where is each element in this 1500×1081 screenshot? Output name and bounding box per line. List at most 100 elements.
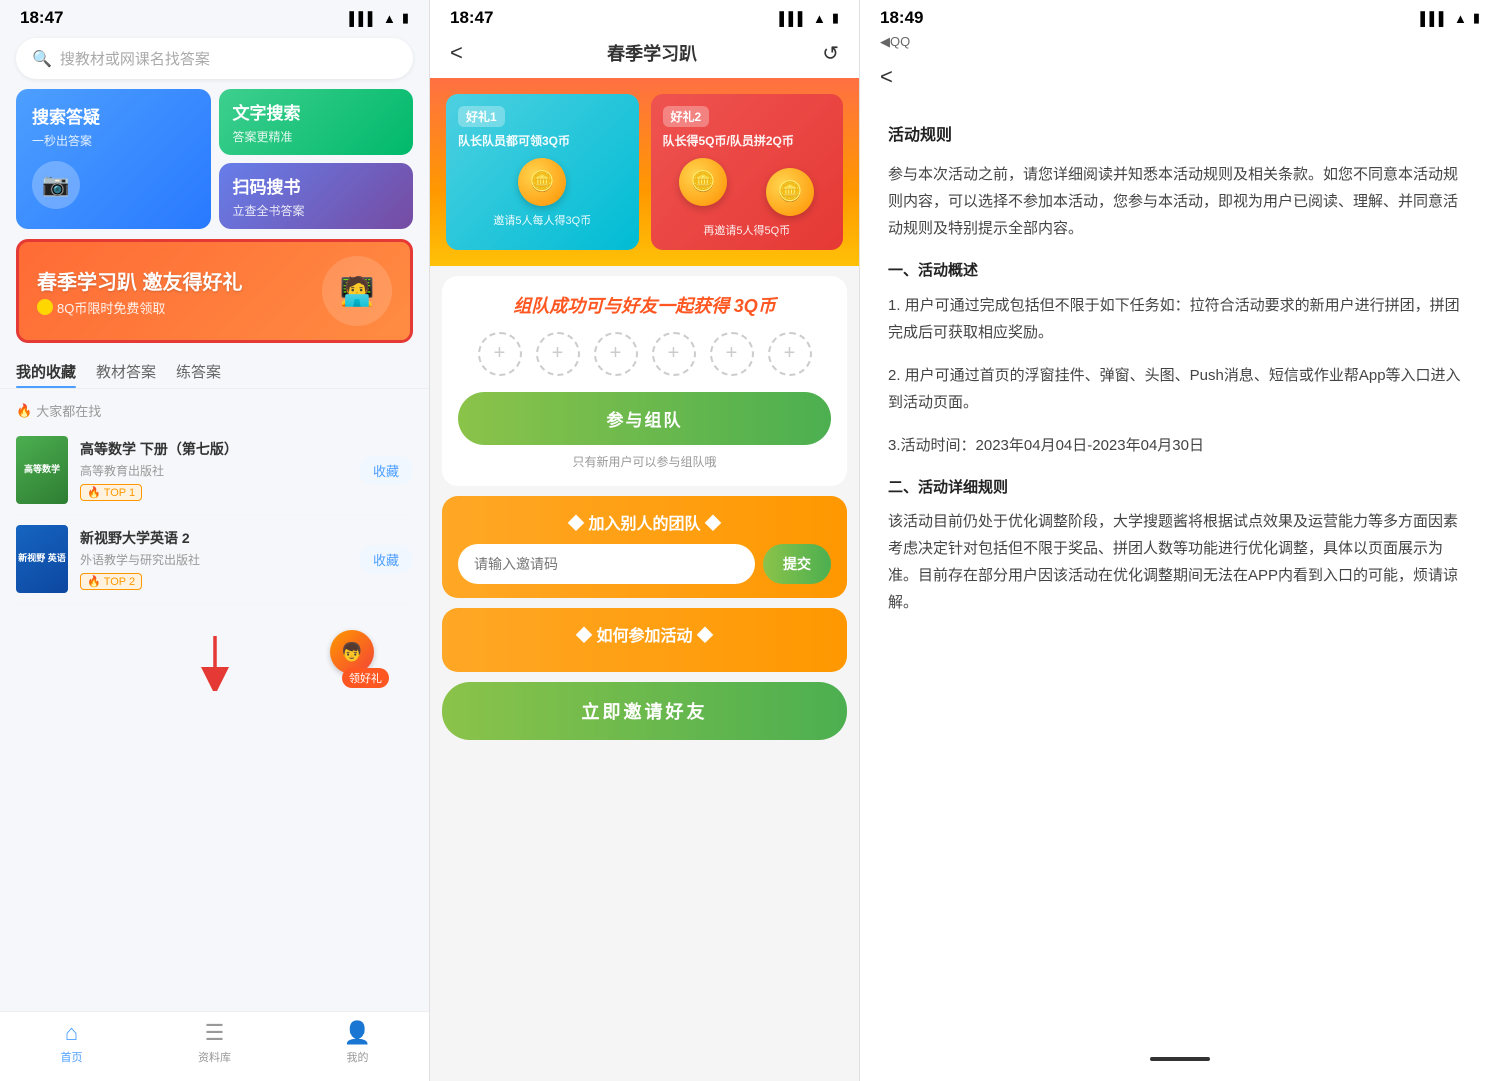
book-cover-1: 高等数学 <box>16 436 68 504</box>
team-slot-4: + <box>652 332 696 376</box>
book-info-2: 新视野大学英语 2 外语教学与研究出版社 🔥 TOP 2 <box>80 528 347 590</box>
text-search-card[interactable]: 文字搜索 答案更精准 <box>219 89 414 155</box>
activity-header: < 春季学习趴 ↺ <box>430 32 859 78</box>
collect-btn-2[interactable]: 收藏 <box>359 545 413 574</box>
banner-subtitle: 8Q币限时免费领取 <box>37 298 243 317</box>
popular-label: 大家都在找 <box>36 401 101 420</box>
book-publisher-2: 外语教学与研究出版社 <box>80 551 347 568</box>
signal-icon: ▌▌▌ <box>349 11 377 26</box>
team-section: 组队成功可与好友一起获得 3Q币 + + + + + + 参与组队 只有新用户可… <box>442 276 847 486</box>
tab-my-collection[interactable]: 我的收藏 <box>16 353 76 388</box>
library-nav-icon: ☰ <box>205 1020 225 1046</box>
panel-rules: 18:49 ▌▌▌ ▲ ▮ ◀QQ < 活动规则 参与本次活动之前，请您详细阅读… <box>860 0 1500 1081</box>
banner-title: 春季学习趴 邀友得好礼 <box>37 266 243 295</box>
refresh-button[interactable]: ↺ <box>822 41 839 66</box>
coin-image-1: 🪙 <box>518 158 566 206</box>
rules-detail: 该活动目前仍处于优化调整阶段，大学搜题酱将根据试点效果及运营能力等多方面因素考虑… <box>888 508 1472 616</box>
search-icon: 🔍 <box>32 49 52 69</box>
book-title-1: 高等数学 下册（第七版） <box>80 439 347 459</box>
search-placeholder: 搜教材或网课名找答案 <box>60 48 210 69</box>
invite-friends-button[interactable]: 立即邀请好友 <box>442 682 847 740</box>
back-button-rules[interactable]: < <box>880 64 893 89</box>
back-button-activity[interactable]: < <box>450 40 482 66</box>
nav-library-label: 资料库 <box>198 1049 231 1065</box>
team-note: 只有新用户可以参与组队哦 <box>458 453 831 470</box>
status-bar-rules: 18:49 ▌▌▌ ▲ ▮ <box>860 0 1500 32</box>
top-badge-1: 🔥 TOP 1 <box>80 484 142 501</box>
top-badge-2: 🔥 TOP 2 <box>80 573 142 590</box>
team-slot-1: + <box>478 332 522 376</box>
wifi-icon-2: ▲ <box>813 11 826 26</box>
book-title-2: 新视野大学英语 2 <box>80 528 347 548</box>
panel-activity: 18:47 ▌▌▌ ▲ ▮ < 春季学习趴 ↺ 好礼1 队长队员都可领3Q币 🪙… <box>430 0 860 1081</box>
battery-icon: ▮ <box>402 10 409 26</box>
tab-practice-answers[interactable]: 练答案 <box>176 353 221 388</box>
gift-card-2: 好礼2 队长得5Q币/队员拼2Q币 🪙 🪙 再邀请5人得5Q币 <box>651 94 844 250</box>
qq-badge: ◀QQ <box>880 34 910 50</box>
quick-actions: 搜索答疑 一秒出答案 📷 文字搜索 答案更精准 扫码搜书 立查全书答案 <box>16 89 413 229</box>
book-list: 高等数学 高等数学 下册（第七版） 高等教育出版社 🔥 TOP 1 收藏 新视野… <box>0 426 429 604</box>
status-bar-home: 18:47 ▌▌▌ ▲ ▮ <box>0 0 429 32</box>
activity-hero: 好礼1 队长队员都可领3Q币 🪙 邀请5人每人得3Q币 好礼2 队长得5Q币/队… <box>430 78 859 266</box>
spring-activity-banner[interactable]: 春季学习趴 邀友得好礼 8Q币限时免费领取 🧑‍💻 <box>16 239 413 343</box>
book-cover-2: 新视野 英语 <box>16 525 68 593</box>
arrow-pointer <box>185 636 245 696</box>
team-title: 组队成功可与好友一起获得 3Q币 <box>458 292 831 318</box>
scan-book-card[interactable]: 扫码搜书 立查全书答案 <box>219 163 414 229</box>
invite-code-input[interactable] <box>458 544 755 584</box>
fire-small-icon: 🔥 <box>87 486 101 499</box>
search-answer-card[interactable]: 搜索答疑 一秒出答案 📷 <box>16 89 211 229</box>
nav-profile-label: 我的 <box>347 1049 369 1065</box>
gift-desc-1: 队长队员都可领3Q币 <box>458 133 627 150</box>
team-slots: + + + + + + <box>458 332 831 376</box>
scan-book-title: 扫码搜书 <box>233 173 400 198</box>
coin-image-2a: 🪙 <box>679 158 727 206</box>
profile-nav-icon: 👤 <box>344 1020 371 1046</box>
search-answer-title: 搜索答疑 <box>32 103 195 128</box>
how-title: ◆ 如何参加活动 ◆ <box>458 622 831 646</box>
collect-btn-1[interactable]: 收藏 <box>359 456 413 485</box>
time-home: 18:47 <box>20 8 63 28</box>
nav-library[interactable]: ☰ 资料库 <box>143 1020 286 1065</box>
book-item-1[interactable]: 高等数学 高等数学 下册（第七版） 高等教育出版社 🔥 TOP 1 收藏 <box>16 426 413 515</box>
join-other-section: ◆ 加入别人的团队 ◆ 提交 <box>442 496 847 598</box>
gift-desc-2: 队长得5Q币/队员拼2Q币 <box>663 133 832 150</box>
rules-rule2: 2. 用户可通过首页的浮窗挂件、弹窗、头图、Push消息、短信或作业帮App等入… <box>888 362 1472 416</box>
join-team-button[interactable]: 参与组队 <box>458 392 831 445</box>
rules-rule3: 3.活动时间：2023年04月04日-2023年04月30日 <box>888 432 1472 459</box>
tab-textbook-answers[interactable]: 教材答案 <box>96 353 156 388</box>
rules-section1-title: 一、活动概述 <box>888 258 1472 284</box>
gift-badge-1: 好礼1 <box>458 106 505 127</box>
time-activity: 18:47 <box>450 8 493 28</box>
qq-badge-row: ◀QQ <box>860 32 1500 56</box>
scan-book-subtitle: 立查全书答案 <box>233 202 400 219</box>
gift-badge-2: 好礼2 <box>663 106 710 127</box>
time-rules: 18:49 <box>880 8 923 28</box>
rules-section2-title: 二、活动详细规则 <box>888 475 1472 501</box>
coin-icon <box>37 299 53 315</box>
popular-tag: 🔥 大家都在找 <box>0 397 429 426</box>
book-item-2[interactable]: 新视野 英语 新视野大学英语 2 外语教学与研究出版社 🔥 TOP 2 收藏 <box>16 515 413 604</box>
banner-text: 春季学习趴 邀友得好礼 8Q币限时免费领取 <box>37 266 243 317</box>
fire-icon: 🔥 <box>16 403 32 419</box>
activity-main-content: 组队成功可与好友一起获得 3Q币 + + + + + + 参与组队 只有新用户可… <box>430 266 859 1081</box>
signal-icon-2: ▌▌▌ <box>779 11 807 26</box>
nav-profile[interactable]: 👤 我的 <box>286 1020 429 1065</box>
status-icons-rules: ▌▌▌ ▲ ▮ <box>1420 10 1480 26</box>
scroll-indicator <box>1150 1057 1210 1061</box>
gifts-row: 好礼1 队长队员都可领3Q币 🪙 邀请5人每人得3Q币 好礼2 队长得5Q币/队… <box>446 94 843 250</box>
gift-footer-1: 邀请5人每人得3Q币 <box>458 212 627 228</box>
book-info-1: 高等数学 下册（第七版） 高等教育出版社 🔥 TOP 1 <box>80 439 347 501</box>
panel-home: 18:47 ▌▌▌ ▲ ▮ 🔍 搜教材或网课名找答案 搜索答疑 一秒出答案 📷 … <box>0 0 430 1081</box>
submit-invite-button[interactable]: 提交 <box>763 544 831 584</box>
status-icons-activity: ▌▌▌ ▲ ▮ <box>779 10 839 26</box>
banner-character: 🧑‍💻 <box>322 256 392 326</box>
rules-rule1: 1. 用户可通过完成包括但不限于如下任务如：拉符合活动要求的新用户进行拼团，拼团… <box>888 292 1472 346</box>
book-publisher-1: 高等教育出版社 <box>80 462 347 479</box>
nav-home-label: 首页 <box>61 1049 83 1065</box>
nav-home[interactable]: ⌂ 首页 <box>0 1020 143 1065</box>
search-answer-subtitle: 一秒出答案 <box>32 132 195 149</box>
team-slot-6: + <box>768 332 812 376</box>
search-bar[interactable]: 🔍 搜教材或网课名找答案 <box>16 38 413 79</box>
join-other-title: ◆ 加入别人的团队 ◆ <box>458 510 831 534</box>
